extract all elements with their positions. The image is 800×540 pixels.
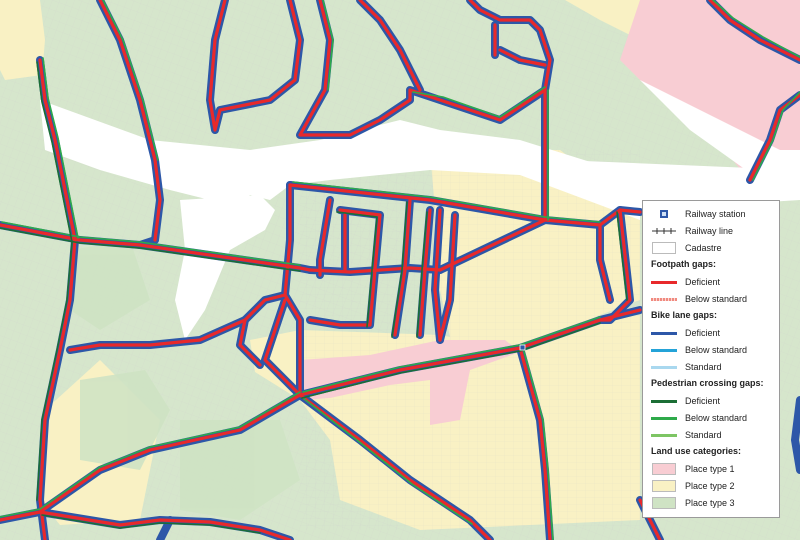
legend-label: Deficient (685, 277, 721, 287)
railway-line-icon (651, 224, 677, 238)
legend-label: Deficient (685, 328, 721, 338)
legend-item-ped-below: Below standard (651, 411, 747, 425)
legend-label: Standard (685, 430, 722, 440)
legend-label: Place type 2 (685, 481, 735, 491)
legend-heading-land-use: Land use categories: (651, 446, 742, 456)
legend-item-railway-line: Railway line (651, 224, 733, 238)
line-swatch (651, 366, 677, 369)
legend-label: Below standard (685, 294, 748, 304)
place-type-1-swatch (652, 463, 676, 475)
legend-item-bike-standard: Standard (651, 360, 722, 374)
legend-item-footpath-below: Below standard (651, 292, 747, 306)
legend-label: Place type 1 (685, 464, 735, 474)
legend-heading-bike: Bike lane gaps: (651, 310, 718, 320)
legend-label: Standard (685, 362, 722, 372)
line-swatch (651, 332, 677, 335)
map-view[interactable]: Railway station Railway line Cadastre Fo… (0, 0, 800, 540)
line-swatch (651, 349, 677, 352)
line-swatch (651, 417, 677, 420)
legend-label: Below standard (685, 345, 748, 355)
legend-item-place-type-2: Place type 2 (651, 479, 735, 493)
legend-label: Railway line (685, 226, 734, 236)
legend-label: Below standard (685, 413, 748, 423)
legend-item-bike-below: Below standard (651, 343, 747, 357)
line-swatch (651, 298, 677, 301)
line-swatch (651, 434, 677, 437)
legend-heading-pedestrian: Pedestrian crossing gaps: (651, 378, 764, 388)
legend-item-place-type-1: Place type 1 (651, 462, 735, 476)
legend-label: Railway station (685, 209, 746, 219)
legend-label: Deficient (685, 396, 721, 406)
legend-item-footpath-deficient: Deficient (651, 275, 720, 289)
cadastre-swatch (652, 242, 676, 254)
legend-item-cadastre: Cadastre (651, 241, 722, 255)
legend-item-bike-deficient: Deficient (651, 326, 720, 340)
railway-station-icon (651, 207, 677, 221)
legend-heading-footpath: Footpath gaps: (651, 259, 716, 269)
place-type-2-swatch (652, 480, 676, 492)
line-swatch (651, 400, 677, 403)
legend-item-place-type-3: Place type 3 (651, 496, 735, 510)
legend-item-ped-deficient: Deficient (651, 394, 720, 408)
place-type-3-swatch (652, 497, 676, 509)
legend-label: Cadastre (685, 243, 722, 253)
legend-item-railway-station: Railway station (651, 207, 746, 221)
legend-label: Place type 3 (685, 498, 735, 508)
legend-item-ped-standard: Standard (651, 428, 722, 442)
railway-station-marker (519, 344, 526, 351)
map-legend: Railway station Railway line Cadastre Fo… (642, 200, 780, 518)
line-swatch (651, 281, 677, 284)
